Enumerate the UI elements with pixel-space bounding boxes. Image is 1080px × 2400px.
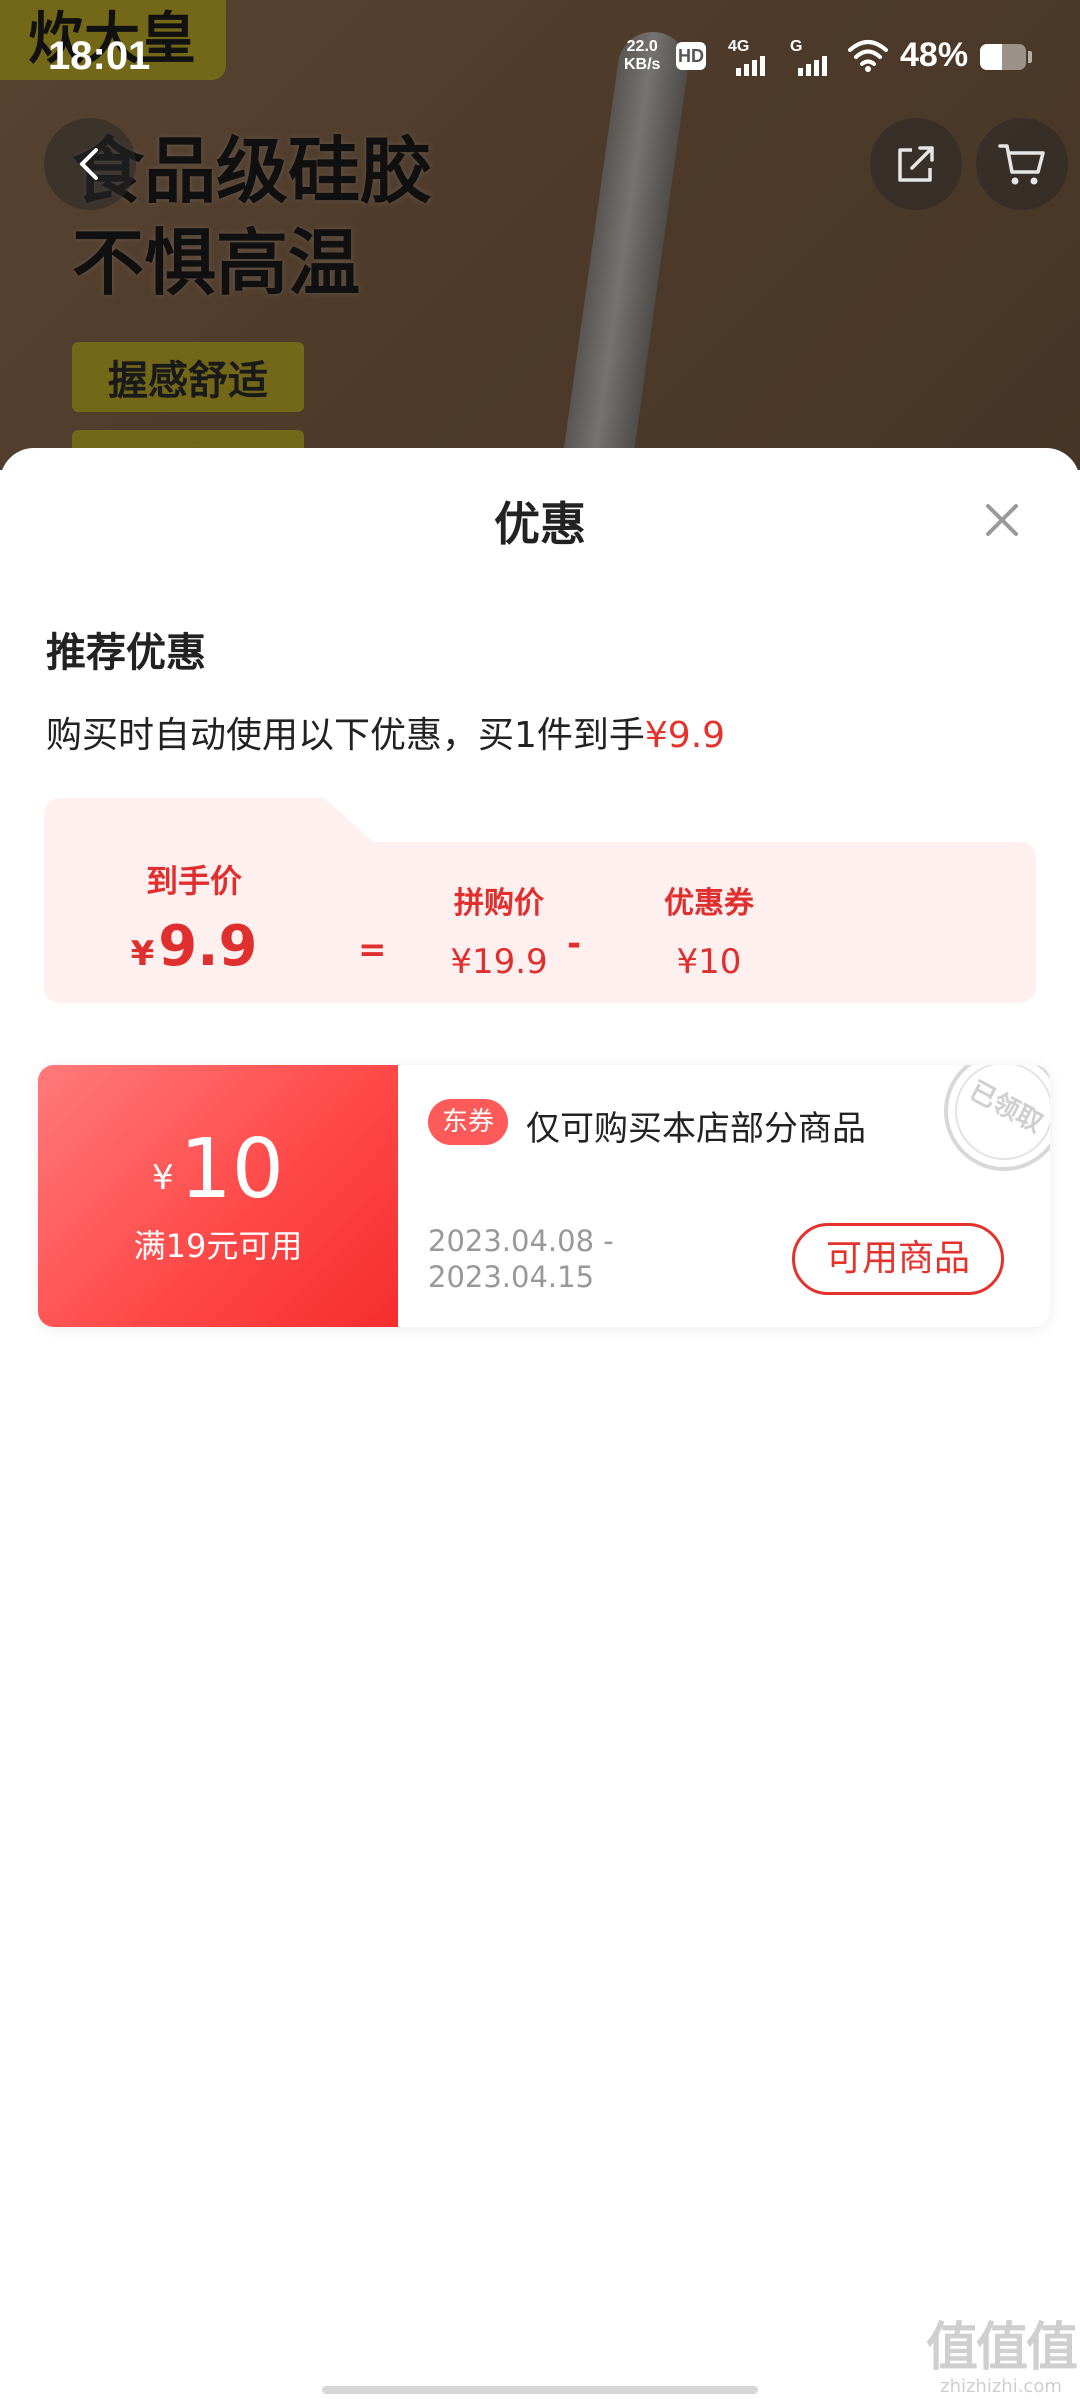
wifi-icon	[848, 40, 888, 72]
coupon-currency: ¥	[152, 1158, 174, 1198]
home-indicator[interactable]	[322, 2386, 758, 2394]
section-title: 推荐优惠	[46, 630, 206, 676]
share-button[interactable]	[870, 118, 962, 210]
coupon-card: ¥10 满19元可用 东券 仅可购买本店部分商品 2023.04.08 - 20…	[38, 1065, 1050, 1327]
summary-price: ¥9.9	[644, 715, 726, 756]
cart-icon	[998, 144, 1045, 185]
battery-icon	[980, 44, 1026, 70]
final-price-label: 到手价	[145, 862, 242, 900]
signal-1-label: 4G	[728, 38, 750, 55]
sheet-title: 优惠	[494, 497, 586, 551]
network-speed: 22.0 KB/s	[624, 38, 660, 74]
back-arrow-icon	[80, 148, 98, 180]
coupon-amount-panel: ¥10 满19元可用	[38, 1065, 398, 1327]
coupon-details: 东券 仅可购买本店部分商品 2023.04.08 - 2023.04.15 可用…	[398, 1065, 1050, 1327]
valid-to: 2023.04.15	[428, 1260, 595, 1294]
coupon-validity: 2023.04.08 - 2023.04.15	[428, 1223, 614, 1295]
final-price-value: 9.9	[158, 914, 258, 979]
claimed-stamp-icon: 已领取	[944, 1065, 1050, 1171]
close-button[interactable]	[978, 496, 1026, 544]
discount-bottom-sheet: 优惠 推荐优惠 购买时自动使用以下优惠，买1件到手¥9.9 到手价 ¥9.9 =…	[0, 448, 1080, 2400]
network-speed-value: 22.0	[626, 38, 658, 55]
back-button[interactable]	[44, 118, 136, 210]
watermark-logo: 值值值	[926, 2318, 1078, 2378]
watermark-url: zhizhizhi.com	[940, 2376, 1062, 2397]
final-price: 到手价 ¥9.9	[104, 856, 284, 979]
coupon-type-tag: 东券	[428, 1099, 509, 1145]
coupon-discount-label: 优惠券	[664, 886, 754, 921]
price-calculation-box: 到手价 ¥9.9 = 拼购价 ¥19.9 - 优惠券 ¥10	[44, 798, 1036, 1003]
signal-2-label: G	[790, 38, 803, 55]
status-bar: 18:01 22.0 KB/s HD 4G G 48%	[0, 0, 1080, 115]
battery-cap	[1028, 51, 1032, 63]
close-icon	[986, 504, 1018, 536]
coupon-discount: 优惠券 ¥10	[634, 878, 784, 982]
coupon-description: 仅可购买本店部分商品	[526, 1109, 866, 1149]
group-buy-price: 拼购价 ¥19.9	[424, 878, 574, 982]
group-buy-price-value: ¥19.9	[450, 942, 548, 982]
coupon-amount-value: 10	[179, 1122, 284, 1217]
hd-voice-icon: HD	[676, 42, 706, 70]
final-price-currency: ¥	[130, 934, 155, 974]
coupon-discount-value: ¥10	[676, 942, 742, 982]
coupon-amount: ¥10	[38, 1125, 398, 1223]
equals-sign: =	[358, 930, 387, 970]
claimed-stamp-text: 已领取	[964, 1075, 1047, 1139]
available-products-button[interactable]: 可用商品	[792, 1223, 1004, 1295]
network-speed-unit: KB/s	[624, 56, 661, 73]
valid-from: 2023.04.08 -	[428, 1224, 614, 1258]
group-buy-price-label: 拼购价	[454, 886, 544, 921]
site-watermark: 值值值 zhizhizhi.com	[926, 2318, 1078, 2397]
cart-button[interactable]	[976, 118, 1068, 210]
claimed-stamp: 已领取	[920, 1065, 1050, 1195]
summary-text: 购买时自动使用以下优惠，买1件到手	[46, 715, 645, 756]
minus-sign: -	[567, 924, 582, 964]
status-time: 18:01	[48, 34, 151, 78]
discount-summary: 购买时自动使用以下优惠，买1件到手¥9.9	[46, 706, 725, 758]
share-icon	[898, 146, 934, 182]
final-price-value-row: ¥9.9	[104, 914, 284, 979]
battery-percent: 48%	[900, 36, 969, 74]
coupon-condition: 满19元可用	[133, 1227, 303, 1265]
